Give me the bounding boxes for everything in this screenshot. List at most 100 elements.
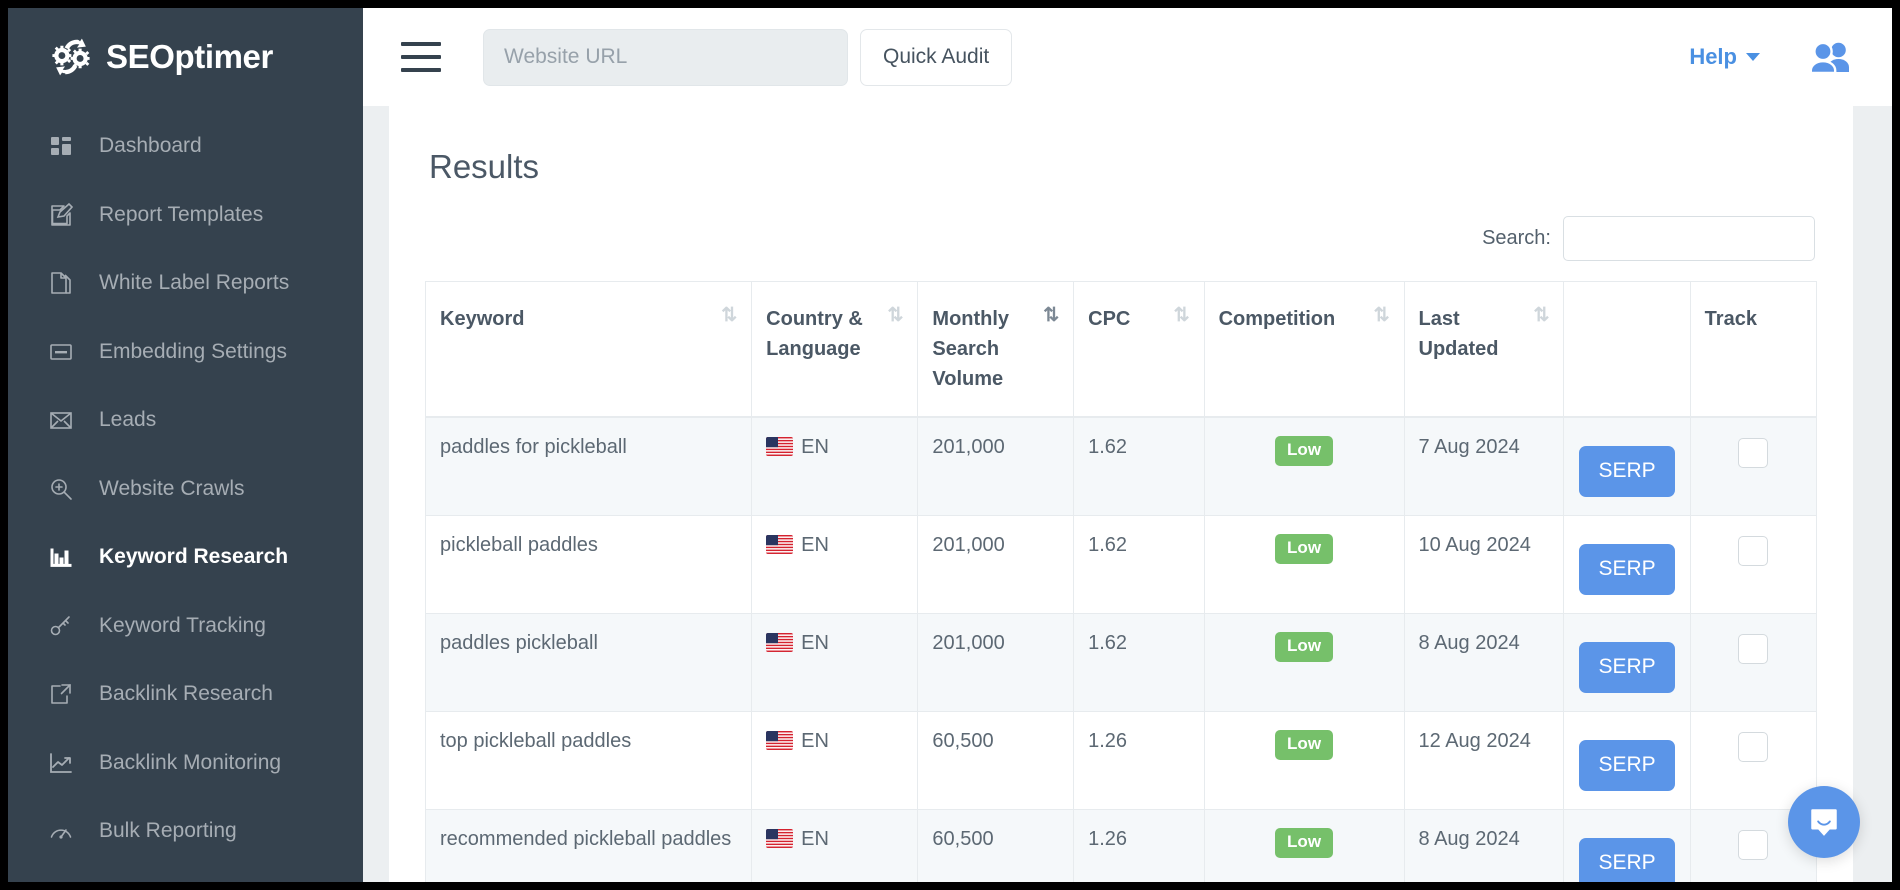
- cell-last-updated: 12 Aug 2024: [1404, 712, 1564, 810]
- cell-country-language: EN: [752, 712, 918, 810]
- sidebar-item-bulk-reporting[interactable]: Bulk Reporting: [8, 797, 363, 866]
- intercom-chat-icon[interactable]: [1788, 786, 1860, 858]
- language-code: EN: [801, 436, 829, 458]
- table-head: Keyword ⇅ Country & Language ⇅ Monthly S…: [426, 282, 1817, 418]
- website-url-input[interactable]: [483, 29, 848, 86]
- content-scroll-region[interactable]: Results Search: Keyword: [363, 106, 1892, 882]
- sidebar-item-embedding-settings[interactable]: Embedding Settings: [8, 318, 363, 387]
- cell-monthly-search-volume: 201,000: [918, 417, 1074, 516]
- track-checkbox[interactable]: [1738, 732, 1768, 762]
- competition-badge: Low: [1275, 632, 1333, 662]
- cell-keyword: paddles pickleball: [426, 614, 752, 712]
- help-menu[interactable]: Help: [1689, 44, 1760, 70]
- track-checkbox[interactable]: [1738, 536, 1768, 566]
- cell-track: [1690, 614, 1816, 712]
- language-code: EN: [801, 730, 829, 752]
- main-area: Quick Audit Help Results: [363, 8, 1892, 882]
- serp-button[interactable]: SERP: [1579, 838, 1674, 882]
- cell-competition: Low: [1204, 810, 1404, 883]
- sidebar-item-label: Backlink Monitoring: [99, 751, 281, 775]
- sidebar-item-keyword-tracking[interactable]: Keyword Tracking: [8, 592, 363, 661]
- serp-button[interactable]: SERP: [1579, 544, 1674, 595]
- envelope-icon: [48, 407, 74, 433]
- embed-box-icon: [48, 339, 74, 365]
- cell-cpc: 1.62: [1074, 516, 1204, 614]
- brand-name: SEOptimer: [106, 38, 273, 76]
- cell-serp: SERP: [1564, 810, 1690, 883]
- us-flag-icon: [766, 437, 793, 456]
- users-group-icon[interactable]: [1808, 41, 1852, 73]
- cell-keyword: pickleball paddles: [426, 516, 752, 614]
- top-bar: Quick Audit Help: [363, 8, 1892, 106]
- sort-icon: ⇅: [1174, 306, 1188, 325]
- us-flag-icon: [766, 731, 793, 750]
- serp-button[interactable]: SERP: [1579, 740, 1674, 791]
- hamburger-menu-icon[interactable]: [401, 42, 441, 72]
- track-checkbox[interactable]: [1738, 438, 1768, 468]
- search-input[interactable]: [1563, 216, 1815, 261]
- competition-badge: Low: [1275, 828, 1333, 858]
- app-window: SEOptimer Dashboard: [8, 8, 1892, 882]
- gauge-icon: [48, 818, 74, 844]
- language-code: EN: [801, 534, 829, 556]
- sidebar-item-label: Backlink Research: [99, 682, 273, 706]
- table-search-row: Search:: [425, 216, 1817, 261]
- column-header-serp: [1564, 282, 1690, 418]
- magnifier-plus-icon: [48, 476, 74, 502]
- serp-button[interactable]: SERP: [1579, 446, 1674, 497]
- sidebar-item-report-templates[interactable]: Report Templates: [8, 181, 363, 250]
- competition-badge: Low: [1275, 534, 1333, 564]
- column-header-monthly-search-volume[interactable]: Monthly Search Volume ⇅: [918, 282, 1074, 418]
- track-checkbox[interactable]: [1738, 830, 1768, 860]
- cell-monthly-search-volume: 60,500: [918, 712, 1074, 810]
- language-code: EN: [801, 632, 829, 654]
- us-flag-icon: [766, 829, 793, 848]
- table-row: pickleball paddles EN201,0001.62Low10 Au…: [426, 516, 1817, 614]
- sidebar-item-leads[interactable]: Leads: [8, 386, 363, 455]
- column-header-track: Track: [1690, 282, 1816, 418]
- key-icon: [48, 613, 74, 639]
- column-header-country-language[interactable]: Country & Language ⇅: [752, 282, 918, 418]
- results-card: Results Search: Keyword: [389, 106, 1853, 882]
- search-label: Search:: [1482, 227, 1551, 250]
- sidebar-item-label: Embedding Settings: [99, 340, 287, 364]
- documents-copy-icon: [48, 270, 74, 296]
- serp-button[interactable]: SERP: [1579, 642, 1674, 693]
- cell-serp: SERP: [1564, 516, 1690, 614]
- quick-audit-button[interactable]: Quick Audit: [860, 29, 1012, 86]
- column-header-cpc[interactable]: CPC ⇅: [1074, 282, 1204, 418]
- chevron-down-icon: [1746, 53, 1760, 61]
- column-label: CPC: [1088, 304, 1130, 334]
- help-label: Help: [1689, 44, 1737, 70]
- gears-logo-icon: [48, 34, 94, 80]
- sidebar-item-keyword-research[interactable]: Keyword Research: [8, 523, 363, 592]
- sort-icon: ⇅: [887, 306, 901, 325]
- track-checkbox[interactable]: [1738, 634, 1768, 664]
- brand-logo[interactable]: SEOptimer: [8, 8, 363, 106]
- column-label: Track: [1705, 304, 1757, 334]
- cell-serp: SERP: [1564, 417, 1690, 516]
- sort-icon-desc: ⇅: [1043, 306, 1057, 325]
- keyword-results-table: Keyword ⇅ Country & Language ⇅ Monthly S…: [425, 281, 1817, 882]
- top-bar-right: Help: [1689, 41, 1852, 73]
- column-header-competition[interactable]: Competition ⇅: [1204, 282, 1404, 418]
- table-row: paddles pickleball EN201,0001.62Low8 Aug…: [426, 614, 1817, 712]
- cell-last-updated: 8 Aug 2024: [1404, 810, 1564, 883]
- dashboard-grid-icon: [48, 133, 74, 159]
- table-row: recommended pickleball paddles EN60,5001…: [426, 810, 1817, 883]
- column-header-last-updated[interactable]: Last Updated ⇅: [1404, 282, 1564, 418]
- sidebar-item-label: White Label Reports: [99, 271, 289, 295]
- sidebar-item-backlink-monitoring[interactable]: Backlink Monitoring: [8, 729, 363, 798]
- table-header-row: Keyword ⇅ Country & Language ⇅ Monthly S…: [426, 282, 1817, 418]
- sidebar-item-white-label-reports[interactable]: White Label Reports: [8, 249, 363, 318]
- sidebar-item-website-crawls[interactable]: Website Crawls: [8, 455, 363, 524]
- sidebar-item-dashboard[interactable]: Dashboard: [8, 112, 363, 181]
- sidebar-item-backlink-research[interactable]: Backlink Research: [8, 660, 363, 729]
- cell-cpc: 1.62: [1074, 614, 1204, 712]
- cell-track: [1690, 712, 1816, 810]
- column-header-keyword[interactable]: Keyword ⇅: [426, 282, 752, 418]
- cell-last-updated: 7 Aug 2024: [1404, 417, 1564, 516]
- cell-track: [1690, 516, 1816, 614]
- cell-competition: Low: [1204, 516, 1404, 614]
- table-body: paddles for pickleball EN201,0001.62Low7…: [426, 417, 1817, 882]
